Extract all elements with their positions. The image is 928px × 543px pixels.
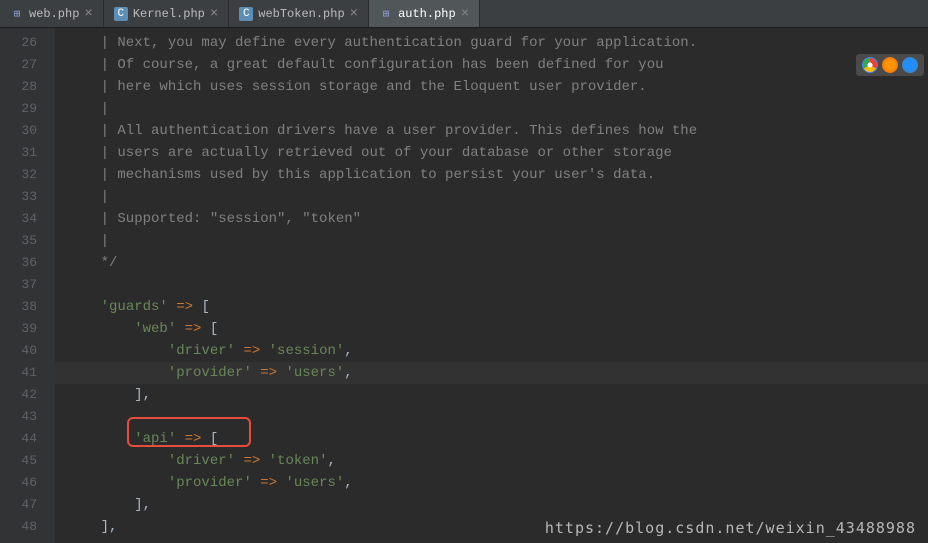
tab-auth-php[interactable]: ⊞ auth.php ×: [369, 0, 480, 27]
line-number: 34: [0, 208, 55, 230]
close-icon[interactable]: ×: [350, 6, 358, 22]
line-number: 48: [0, 516, 55, 538]
code-line: | users are actually retrieved out of yo…: [55, 142, 928, 164]
code-line: 'driver' => 'token',: [55, 450, 928, 472]
code-line: [55, 274, 928, 296]
code-line: */: [55, 252, 928, 274]
code-line: [55, 406, 928, 428]
code-line: 'web' => [: [55, 318, 928, 340]
line-number: 45: [0, 450, 55, 472]
line-number: 44: [0, 428, 55, 450]
code-line: ],: [55, 494, 928, 516]
tab-label: webToken.php: [258, 7, 344, 21]
tab-kernel-php[interactable]: C Kernel.php ×: [104, 0, 229, 27]
code-area[interactable]: | Next, you may define every authenticat…: [55, 28, 928, 543]
firefox-icon[interactable]: [882, 57, 898, 73]
code-line: |: [55, 230, 928, 252]
code-line: |: [55, 186, 928, 208]
line-number: 29: [0, 98, 55, 120]
line-number: 33: [0, 186, 55, 208]
tab-bar: ⊞ web.php × C Kernel.php × C webToken.ph…: [0, 0, 928, 28]
line-number: 30: [0, 120, 55, 142]
tab-webtoken-php[interactable]: C webToken.php ×: [229, 0, 369, 27]
close-icon[interactable]: ×: [84, 6, 92, 22]
code-line: | Of course, a great default configurati…: [55, 54, 928, 76]
code-line: | Next, you may define every authenticat…: [55, 32, 928, 54]
close-icon[interactable]: ×: [461, 6, 469, 22]
line-number: 37: [0, 274, 55, 296]
line-number: 31: [0, 142, 55, 164]
code-line: 'driver' => 'session',: [55, 340, 928, 362]
tab-label: Kernel.php: [133, 7, 205, 21]
code-editor[interactable]: 26 27 28 29 30 31 32 33 34 35 36 37 38 3…: [0, 28, 928, 543]
line-number: 32: [0, 164, 55, 186]
line-number: 43: [0, 406, 55, 428]
line-number: 26: [0, 32, 55, 54]
safari-icon[interactable]: [902, 57, 918, 73]
line-number: 42: [0, 384, 55, 406]
code-line: | All authentication drivers have a user…: [55, 120, 928, 142]
line-number: 35: [0, 230, 55, 252]
tab-label: auth.php: [398, 7, 456, 21]
code-line-current: 'provider' => 'users',: [55, 362, 928, 384]
browser-icons-panel: [856, 54, 924, 76]
line-number: 28: [0, 76, 55, 98]
gutter: 26 27 28 29 30 31 32 33 34 35 36 37 38 3…: [0, 28, 55, 543]
line-number: 41: [0, 362, 55, 384]
line-number: 39: [0, 318, 55, 340]
code-line: |: [55, 98, 928, 120]
php-file-icon: ⊞: [10, 7, 24, 21]
line-number: 38: [0, 296, 55, 318]
watermark-text: https://blog.csdn.net/weixin_43488988: [545, 519, 916, 537]
class-file-icon: C: [239, 7, 253, 21]
close-icon[interactable]: ×: [210, 6, 218, 22]
line-number: 46: [0, 472, 55, 494]
line-number: 47: [0, 494, 55, 516]
code-line: 'provider' => 'users',: [55, 472, 928, 494]
php-file-icon: ⊞: [379, 7, 393, 21]
code-line: | here which uses session storage and th…: [55, 76, 928, 98]
line-number: 40: [0, 340, 55, 362]
code-line: ],: [55, 384, 928, 406]
class-file-icon: C: [114, 7, 128, 21]
code-line: | mechanisms used by this application to…: [55, 164, 928, 186]
code-line: | Supported: "session", "token": [55, 208, 928, 230]
tab-web-php[interactable]: ⊞ web.php ×: [0, 0, 104, 27]
line-number: 27: [0, 54, 55, 76]
code-line: 'guards' => [: [55, 296, 928, 318]
tab-label: web.php: [29, 7, 79, 21]
code-line: 'api' => [: [55, 428, 928, 450]
line-number: 36: [0, 252, 55, 274]
chrome-icon[interactable]: [862, 57, 878, 73]
